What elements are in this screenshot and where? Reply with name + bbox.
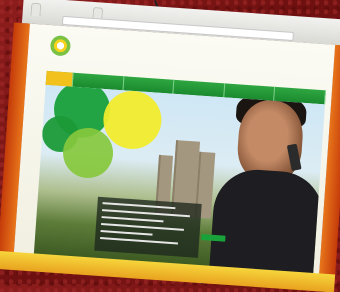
text-line <box>101 223 185 231</box>
browser-tab[interactable] <box>30 2 42 17</box>
bp-helios-logo-icon[interactable] <box>49 35 72 57</box>
text-line <box>100 230 153 236</box>
hero-banner[interactable] <box>33 84 325 274</box>
monitor-screen <box>0 0 340 292</box>
text-line <box>102 202 176 210</box>
person-body <box>208 166 325 274</box>
hero-text-panel <box>94 196 202 258</box>
text-line <box>101 216 164 223</box>
text-line <box>100 237 178 245</box>
web-page <box>13 23 336 287</box>
